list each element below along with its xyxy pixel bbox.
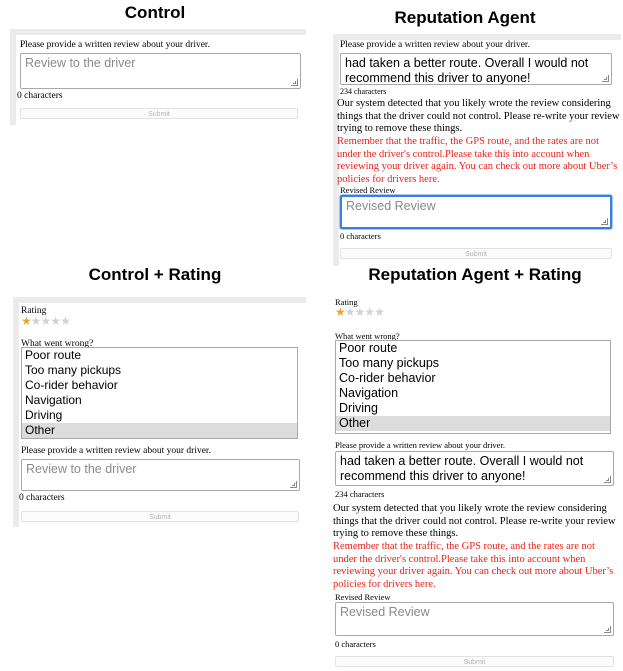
resize-handle-icon[interactable]: [601, 218, 608, 225]
submit-button[interactable]: Submit: [335, 656, 614, 667]
star-rating[interactable]: ★★★★★: [335, 305, 385, 319]
list-item[interactable]: Too many pickups: [22, 363, 297, 378]
reputation-rating-panel: Rating ★★★★★ What went wrong? Poor route…: [333, 295, 621, 669]
panel-top-border: [13, 297, 306, 303]
review-prompt: Please provide a written review about yo…: [20, 40, 210, 50]
revised-review-textarea[interactable]: Revised Review: [335, 602, 614, 636]
star-3-icon[interactable]: ★: [41, 314, 52, 328]
character-count: 0 characters: [17, 91, 63, 101]
star-4-icon[interactable]: ★: [50, 314, 61, 328]
resize-handle-icon[interactable]: [604, 476, 611, 483]
resize-handle-icon[interactable]: [604, 626, 611, 633]
star-1-icon[interactable]: ★: [335, 305, 346, 319]
review-placeholder: Review to the driver: [25, 56, 136, 70]
title-control: Control: [124, 3, 186, 22]
revised-review-textarea[interactable]: Revised Review: [340, 195, 612, 229]
detection-message: Our system detected that you likely wrot…: [337, 98, 620, 134]
review-textarea[interactable]: Review to the driver: [20, 53, 301, 89]
review-text: had taken a better route. Overall I woul…: [340, 454, 584, 483]
review-placeholder: Review to the driver: [26, 462, 137, 476]
what-went-wrong-list[interactable]: Poor route Too many pickups Co-rider beh…: [21, 347, 298, 439]
list-item-selected[interactable]: Other: [336, 416, 610, 431]
list-item[interactable]: Too many pickups: [336, 356, 610, 371]
title-control-rating: Control + Rating: [88, 265, 222, 284]
character-count: 0 characters: [19, 493, 65, 503]
review-textarea[interactable]: had taken a better route. Overall I woul…: [340, 53, 612, 85]
star-3-icon[interactable]: ★: [355, 305, 366, 319]
revised-placeholder: Revised Review: [346, 199, 436, 213]
list-item[interactable]: Navigation: [22, 393, 297, 408]
control-panel: Please provide a written review about yo…: [10, 29, 306, 125]
review-prompt: Please provide a written review about yo…: [335, 440, 505, 450]
star-2-icon[interactable]: ★: [31, 314, 42, 328]
reminder-message: Remember that the traffic, the GPS route…: [333, 541, 614, 590]
title-reputation-agent: Reputation Agent: [394, 8, 536, 27]
reputation-panel: Please provide a written review about yo…: [333, 34, 621, 266]
star-1-icon[interactable]: ★: [21, 314, 32, 328]
review-textarea[interactable]: Review to the driver: [21, 459, 300, 491]
submit-button[interactable]: Submit: [20, 108, 298, 119]
review-text: had taken a better route. Overall I woul…: [345, 56, 589, 85]
star-4-icon[interactable]: ★: [364, 305, 375, 319]
reminder-message: Remember that the traffic, the GPS route…: [337, 136, 618, 185]
revised-placeholder: Revised Review: [340, 605, 430, 619]
resize-handle-icon[interactable]: [290, 481, 297, 488]
character-count: 234 characters: [340, 87, 387, 96]
detection-message: Our system detected that you likely wrot…: [333, 503, 616, 539]
list-item-selected[interactable]: Other: [22, 423, 297, 438]
submit-button[interactable]: Submit: [340, 248, 612, 259]
list-item[interactable]: Driving: [336, 401, 610, 416]
panel-top-border: [10, 29, 306, 35]
revised-character-count: 0 characters: [340, 231, 381, 241]
resize-handle-icon[interactable]: [291, 79, 298, 86]
list-item[interactable]: Poor route: [336, 341, 610, 356]
star-5-icon[interactable]: ★: [60, 314, 71, 328]
list-item[interactable]: Co-rider behavior: [336, 371, 610, 386]
star-2-icon[interactable]: ★: [345, 305, 356, 319]
panel-left-border: [10, 29, 16, 125]
star-5-icon[interactable]: ★: [374, 305, 385, 319]
control-rating-panel: Rating ★★★★★ What went wrong? Poor route…: [13, 297, 306, 527]
review-prompt: Please provide a written review about yo…: [21, 446, 211, 456]
review-prompt: Please provide a written review about yo…: [340, 40, 530, 50]
title-reputation-agent-rating: Reputation Agent + Rating: [368, 265, 582, 284]
list-item[interactable]: Driving: [22, 408, 297, 423]
star-rating[interactable]: ★★★★★: [21, 314, 71, 328]
what-went-wrong-list[interactable]: Poor route Too many pickups Co-rider beh…: [335, 340, 611, 434]
revised-character-count: 0 characters: [335, 639, 376, 649]
list-item[interactable]: Navigation: [336, 386, 610, 401]
submit-button[interactable]: Submit: [21, 511, 299, 522]
list-item[interactable]: Poor route: [22, 348, 297, 363]
character-count: 234 characters: [335, 489, 385, 499]
review-textarea[interactable]: had taken a better route. Overall I woul…: [335, 451, 614, 486]
resize-handle-icon[interactable]: [602, 75, 609, 82]
list-item[interactable]: Co-rider behavior: [22, 378, 297, 393]
